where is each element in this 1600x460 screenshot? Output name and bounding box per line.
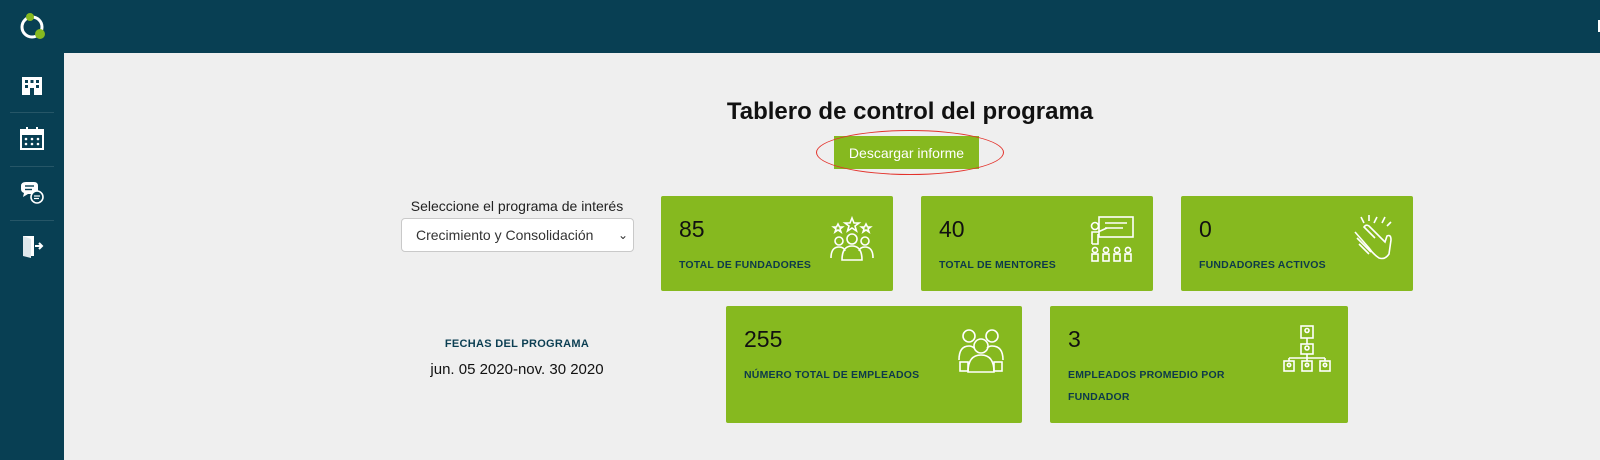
- stat-label: NÚMERO TOTAL DE EMPLEADOS: [744, 369, 920, 381]
- chevron-down-icon: ⌄: [617, 228, 629, 242]
- logout-door-icon: [23, 236, 44, 258]
- stat-value: 85: [679, 216, 705, 242]
- stat-label: EMPLEADOS PROMEDIO POR FUNDADOR: [1068, 369, 1225, 403]
- program-select-value: Crecimiento y Consolidación: [416, 227, 594, 243]
- stat-value: 3: [1068, 326, 1081, 352]
- sidebar-item-calendar[interactable]: [0, 112, 64, 166]
- stat-label: FUNDADORES ACTIVOS: [1199, 259, 1326, 271]
- sidebar: [0, 0, 64, 460]
- stat-label: TOTAL DE MENTORES: [939, 259, 1056, 271]
- org-chart-icon: [1283, 325, 1331, 372]
- stat-value: 40: [939, 216, 965, 242]
- sidebar-item-messages[interactable]: [0, 165, 64, 219]
- download-report-button[interactable]: Descargar informe: [834, 136, 979, 169]
- top-bar: [0, 0, 1600, 53]
- calendar-icon: [20, 127, 44, 150]
- sidebar-item-companies[interactable]: [0, 58, 64, 112]
- building-icon: [22, 77, 42, 95]
- stat-card-active-founders: 0 FUNDADORES ACTIVOS: [1181, 196, 1413, 291]
- program-select-label: Seleccione el programa de interés: [410, 198, 624, 214]
- teacher-board-icon: [1090, 216, 1134, 262]
- stat-label: TOTAL DE FUNDADORES: [679, 259, 812, 271]
- program-select[interactable]: Crecimiento y Consolidación ⌄: [401, 218, 634, 252]
- program-dates-label: FECHAS DEL PROGRAMA: [444, 338, 590, 350]
- clapping-hands-icon: [1354, 215, 1392, 260]
- stat-card-total-employees: 255 NÚMERO TOTAL DE EMPLEADOS: [726, 306, 1022, 423]
- program-dates-value: jun. 05 2020-nov. 30 2020: [430, 361, 604, 378]
- stat-value: 0: [1199, 216, 1212, 242]
- stat-card-avg-employees: 3 EMPLEADOS PROMEDIO POR FUNDADOR: [1050, 306, 1348, 423]
- chat-bubbles-icon: [21, 182, 44, 204]
- stat-value: 255: [744, 326, 783, 352]
- sidebar-item-logout[interactable]: [0, 219, 64, 273]
- stat-card-total-mentors: 40 TOTAL DE MENTORES: [921, 196, 1153, 291]
- group-stars-icon: [830, 215, 874, 261]
- employees-group-icon: [958, 329, 1004, 373]
- page-title: Tablero de control del programa: [726, 98, 1094, 125]
- app-logo-icon[interactable]: [18, 12, 48, 42]
- stat-card-total-founders: 85 TOTAL DE FUNDADORES: [661, 196, 893, 291]
